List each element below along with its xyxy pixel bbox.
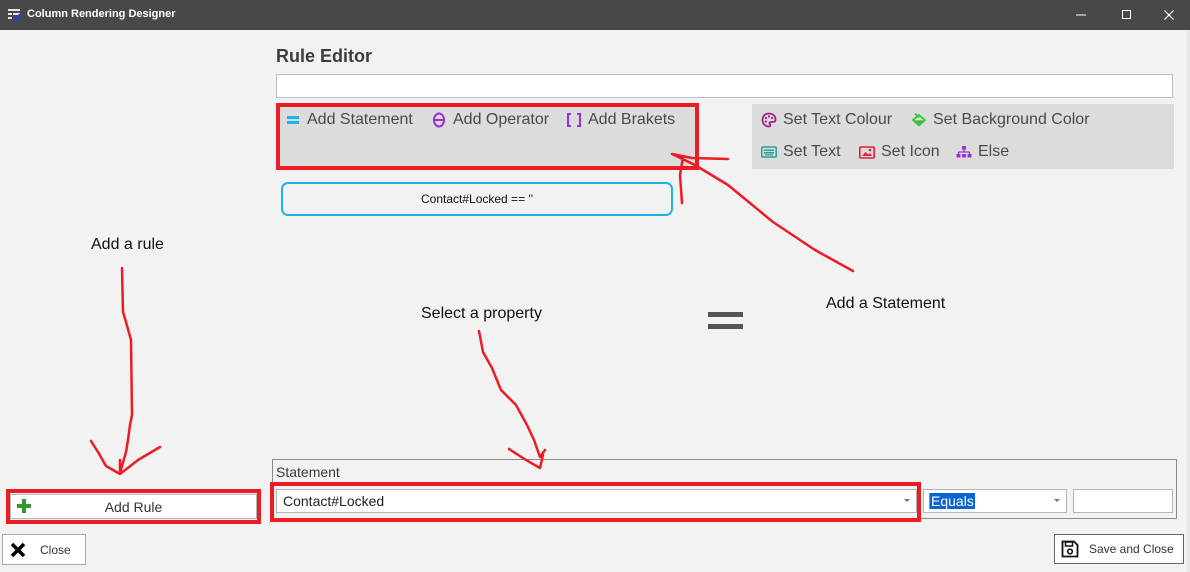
- set-text-label: Set Text: [783, 143, 841, 160]
- property-value: Contact#Locked: [283, 493, 385, 509]
- keyboard-icon: [761, 144, 777, 160]
- arrow-select-property: [477, 329, 547, 470]
- floppy-disk-icon: [1061, 540, 1079, 558]
- annotation-add-rule: Add a rule: [91, 236, 164, 253]
- add-rule-button[interactable]: Add Rule: [10, 494, 257, 519]
- minimize-button[interactable]: [1058, 0, 1104, 30]
- add-brakets-button[interactable]: Add Brakets: [566, 111, 675, 129]
- set-background-color-label: Set Background Color: [933, 111, 1090, 128]
- add-statement-label: Add Statement: [307, 111, 413, 128]
- minimize-icon: [1076, 14, 1086, 16]
- operator-dropdown[interactable]: Equals: [923, 489, 1067, 513]
- annotation-add-statement: Add a Statement: [826, 295, 946, 312]
- equals-icon: [285, 112, 301, 128]
- compare-value-input[interactable]: [1073, 489, 1173, 513]
- save-and-close-label: Save and Close: [1089, 542, 1174, 556]
- annotation-select-property: Select a property: [421, 305, 542, 322]
- set-text-colour-label: Set Text Colour: [783, 111, 893, 128]
- maximize-icon: [1122, 10, 1131, 19]
- chevron-down-icon: [1054, 499, 1060, 502]
- x-icon: [10, 542, 26, 558]
- chevron-down-icon: [904, 499, 910, 502]
- operator-value: Equals: [929, 493, 975, 509]
- brackets-icon: [566, 112, 582, 128]
- window-close-button[interactable]: [1146, 0, 1190, 30]
- add-operator-button[interactable]: Add Operator: [431, 111, 549, 129]
- action-toolbar: Set Text Colour Set Background Color Set…: [752, 104, 1174, 169]
- arrow-add-statement: [670, 152, 855, 273]
- set-text-button[interactable]: Set Text: [761, 143, 841, 161]
- set-icon-button[interactable]: Set Icon: [859, 143, 940, 161]
- rule-name-input[interactable]: [276, 74, 1173, 98]
- window-title: Column Rendering Designer: [27, 8, 176, 20]
- theta-icon: [431, 112, 447, 128]
- set-icon-label: Set Icon: [881, 143, 940, 160]
- add-brakets-label: Add Brakets: [588, 111, 676, 128]
- else-button[interactable]: Else: [956, 143, 1009, 161]
- statement-chip[interactable]: Contact#Locked == '': [281, 182, 673, 216]
- close-label: Close: [40, 542, 71, 557]
- add-rule-label: Add Rule: [104, 498, 163, 515]
- title-bar: Column Rendering Designer: [0, 0, 1190, 30]
- set-background-color-button[interactable]: Set Background Color: [911, 111, 1090, 129]
- maximize-button[interactable]: [1104, 0, 1150, 30]
- property-dropdown[interactable]: Contact#Locked: [276, 489, 917, 513]
- add-statement-button[interactable]: Add Statement: [285, 111, 413, 129]
- statement-toolbar: Add Statement Add Operator Add Brakets: [276, 104, 698, 168]
- arrow-add-rule: [89, 266, 162, 476]
- plus-icon: [16, 498, 32, 517]
- save-and-close-button[interactable]: Save and Close: [1054, 534, 1184, 564]
- image-icon: [859, 144, 875, 160]
- set-text-colour-button[interactable]: Set Text Colour: [761, 111, 892, 129]
- app-icon: [8, 8, 22, 22]
- sitemap-icon: [956, 144, 972, 160]
- else-label: Else: [978, 143, 1010, 160]
- statement-group-label: Statement: [276, 464, 340, 480]
- close-icon: [1164, 10, 1174, 20]
- paint-bucket-icon: [911, 112, 927, 128]
- equals-icon: [708, 312, 743, 336]
- rule-editor-heading: Rule Editor: [276, 46, 373, 66]
- close-button[interactable]: Close: [2, 534, 86, 565]
- palette-icon: [761, 112, 777, 128]
- add-operator-label: Add Operator: [453, 111, 550, 128]
